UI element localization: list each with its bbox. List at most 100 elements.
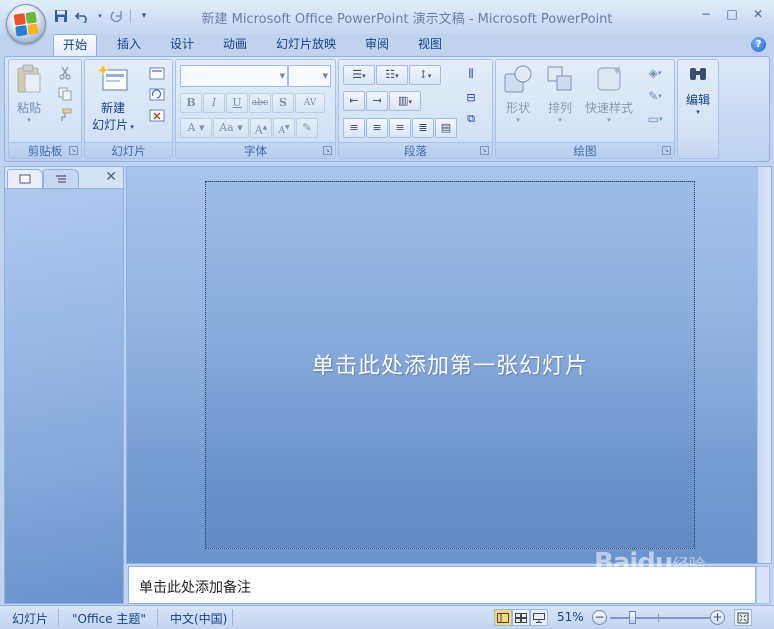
shape-outline-button[interactable]: ✎ ▾ — [640, 87, 670, 105]
strikethrough-button[interactable]: abc — [249, 93, 271, 113]
align-center-button[interactable]: ≡ — [366, 118, 388, 138]
new-slide-label-line1: 新建 — [100, 101, 125, 115]
paste-button[interactable]: 粘贴 ▾ — [13, 64, 45, 124]
editing-button[interactable]: 编辑 ▾ — [680, 64, 716, 116]
smartart-button[interactable]: ⧉ — [461, 110, 481, 128]
slides-group: 新建 幻灯片 ▾ 幻灯片 — [84, 59, 173, 159]
text-direction-button[interactable]: ⫼ — [461, 65, 481, 83]
baidu-watermark: Baidu经验 — [594, 548, 705, 578]
office-button[interactable] — [6, 4, 46, 44]
zoom-in-button[interactable]: + — [710, 610, 725, 625]
status-language[interactable]: 中文(中国) — [170, 610, 227, 627]
shape-effects-button[interactable]: ▭ ▾ — [640, 110, 670, 128]
reset-button[interactable] — [147, 85, 167, 103]
zoom-out-button[interactable]: − — [592, 610, 607, 625]
new-slide-label-line2: 幻灯片 — [92, 118, 129, 132]
outline-icon — [56, 175, 66, 183]
shadow-button[interactable]: S — [272, 93, 294, 113]
close-pane-icon[interactable]: ✕ — [105, 169, 117, 185]
underline-button[interactable]: U — [226, 93, 248, 113]
increase-indent-button[interactable]: ⇥ — [366, 91, 388, 111]
font-color-button[interactable]: A ▾ — [180, 118, 212, 138]
align-text-icon: ⊟ — [466, 90, 476, 104]
bullets-button[interactable]: ☰▾ — [343, 65, 375, 85]
shapes-button[interactable]: 形状 ▾ — [498, 64, 538, 124]
slide-title-placeholder[interactable]: 单击此处添加第一张幻灯片 — [206, 348, 694, 380]
tab-insert[interactable]: 插入 — [107, 34, 151, 56]
align-left-button[interactable]: ≡ — [343, 118, 365, 138]
maximize-button[interactable]: □ — [724, 6, 740, 22]
clipboard-launcher[interactable]: ↘ — [69, 146, 78, 155]
decrease-indent-button[interactable]: ⇤ — [343, 91, 365, 111]
align-text-button[interactable]: ⊟ — [461, 88, 481, 106]
slides-tab[interactable] — [7, 169, 43, 188]
text-direction-icon: ⫼ — [468, 67, 474, 80]
cut-button[interactable] — [55, 64, 75, 82]
font-size-combo[interactable]: ▼ — [288, 65, 331, 87]
grow-font-button[interactable]: A▲ — [250, 118, 272, 138]
minimize-button[interactable]: − — [698, 6, 714, 22]
normal-view-icon — [497, 612, 509, 623]
font-launcher[interactable]: ↘ — [323, 146, 332, 155]
italic-button[interactable]: I — [203, 93, 225, 113]
line-spacing-button[interactable]: ↕▾ — [409, 65, 441, 85]
outline-tab[interactable] — [43, 169, 79, 188]
notes-placeholder[interactable]: 单击此处添加备注 — [139, 577, 251, 597]
change-case-button[interactable]: Aa ▾ — [213, 118, 249, 138]
paragraph-launcher[interactable]: ↘ — [480, 146, 489, 155]
slide-show-button[interactable] — [530, 609, 548, 626]
status-separator — [58, 609, 59, 626]
tab-animations[interactable]: 动画 — [213, 34, 257, 56]
slide-sorter-button[interactable] — [512, 609, 530, 626]
bullet-list-icon: ☰ — [352, 68, 363, 81]
distributed-button[interactable]: ▤ — [435, 118, 457, 138]
numbering-button[interactable]: ☷▾ — [376, 65, 408, 85]
format-painter-button[interactable] — [55, 106, 75, 124]
drawing-launcher[interactable]: ↘ — [662, 146, 671, 155]
clear-formatting-button[interactable]: ✎ — [296, 118, 318, 138]
status-separator — [232, 609, 233, 626]
chevron-down-icon: ▾ — [558, 116, 562, 124]
delete-slide-button[interactable] — [147, 106, 167, 124]
status-bar: 幻灯片 "Office 主题" 中文(中国) 51% − + — [0, 605, 774, 629]
arrange-button[interactable]: 排列 ▾ — [540, 64, 580, 124]
font-name-combo[interactable]: ▼ — [180, 65, 288, 87]
justify-button[interactable]: ≣ — [412, 118, 434, 138]
tab-home[interactable]: 开始 — [53, 34, 97, 58]
font-color-row: A ▾ Aa ▾ A▲ A▼ ✎ — [180, 118, 318, 138]
shrink-font-button[interactable]: A▼ — [273, 118, 295, 138]
zoom-slider-track[interactable] — [610, 617, 710, 619]
clipboard-icon — [17, 64, 41, 93]
tab-slide-show[interactable]: 幻灯片放映 — [268, 34, 344, 56]
fit-to-window-button[interactable] — [734, 609, 752, 626]
paste-label: 粘贴 — [16, 101, 41, 115]
vertical-scrollbar[interactable] — [757, 167, 771, 563]
align-right-button[interactable]: ≡ — [389, 118, 411, 138]
tab-review[interactable]: 审阅 — [355, 34, 399, 56]
bold-button[interactable]: B — [180, 93, 202, 113]
copy-button[interactable] — [55, 85, 75, 103]
quick-styles-icon — [597, 66, 621, 91]
help-icon[interactable]: ? — [751, 37, 766, 52]
quick-styles-button[interactable]: 快速样式 ▾ — [582, 64, 636, 124]
slide-canvas[interactable]: 单击此处添加第一张幻灯片 — [205, 181, 695, 549]
list-row: ☰▾ ☷▾ ↕▾ — [343, 65, 441, 85]
tab-design[interactable]: 设计 — [160, 34, 204, 56]
zoom-level[interactable]: 51% — [557, 610, 584, 624]
char-spacing-button[interactable]: AV — [295, 93, 325, 113]
line-spacing-icon: ↕ — [418, 68, 428, 81]
new-slide-button[interactable]: 新建 幻灯片 ▾ — [89, 64, 137, 133]
columns-icon: ▥ — [398, 94, 409, 107]
indent-icon: ⇥ — [372, 94, 382, 107]
normal-view-button[interactable] — [494, 609, 512, 626]
notes-scrollbar[interactable] — [756, 566, 770, 604]
editing-label: 编辑 — [685, 93, 710, 107]
shape-fill-button[interactable]: ◈ ▾ — [640, 64, 670, 82]
tab-view[interactable]: 视图 — [408, 34, 452, 56]
close-button[interactable]: ✕ — [750, 6, 766, 22]
layout-button[interactable] — [147, 64, 167, 82]
columns-button[interactable]: ▥▾ — [389, 91, 421, 111]
zoom-slider-thumb[interactable] — [629, 611, 636, 624]
clipboard-group: 粘贴 ▾ 剪贴板 ↘ — [8, 59, 82, 159]
align-row: ≡ ≡ ≡ ≣ ▤ — [343, 118, 457, 138]
